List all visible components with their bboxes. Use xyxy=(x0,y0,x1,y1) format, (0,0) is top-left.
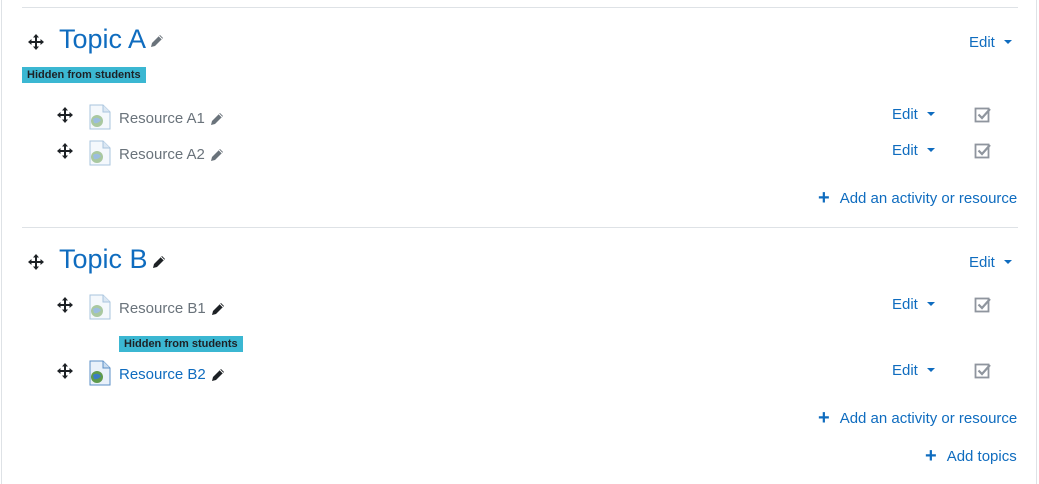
section-title[interactable]: Topic A xyxy=(59,26,146,53)
plus-icon: + xyxy=(925,445,937,467)
activity-name[interactable]: Resource B1 xyxy=(119,300,206,318)
caret-down-icon xyxy=(926,368,935,372)
file-icon xyxy=(89,294,111,320)
move-icon[interactable] xyxy=(27,33,45,51)
add-activity-link[interactable]: + Add an activity or resource xyxy=(818,407,1018,429)
activity-edit-menu[interactable]: Edit xyxy=(892,142,935,160)
add-activity-label: Add an activity or resource xyxy=(839,190,1018,207)
plus-icon: + xyxy=(818,187,830,209)
section-title[interactable]: Topic B xyxy=(59,246,148,273)
edit-label: Edit xyxy=(969,254,995,271)
section-edit-menu[interactable]: Edit xyxy=(969,34,1012,52)
activity-edit-menu[interactable]: Edit xyxy=(892,106,935,124)
caret-down-icon xyxy=(926,112,935,116)
caret-down-icon xyxy=(926,302,935,306)
section-edit-menu[interactable]: Edit xyxy=(969,254,1012,272)
file-icon xyxy=(89,360,111,386)
checkbox-icon[interactable] xyxy=(974,142,992,160)
checkbox-icon[interactable] xyxy=(974,362,992,380)
hidden-badge: Hidden from students xyxy=(22,67,146,83)
move-icon[interactable] xyxy=(56,142,74,160)
caret-down-icon xyxy=(1003,260,1012,264)
caret-down-icon xyxy=(926,148,935,152)
edit-label: Edit xyxy=(892,362,918,379)
caret-down-icon xyxy=(1003,40,1012,44)
add-topics-link[interactable]: + Add topics xyxy=(925,445,1017,467)
activity-name[interactable]: Resource A1 xyxy=(119,110,205,128)
pencil-icon[interactable] xyxy=(150,34,164,48)
activity-edit-menu[interactable]: Edit xyxy=(892,296,935,314)
checkbox-icon[interactable] xyxy=(974,296,992,314)
pencil-icon[interactable] xyxy=(152,255,166,269)
activity-edit-menu[interactable]: Edit xyxy=(892,362,935,380)
add-activity-label: Add an activity or resource xyxy=(839,410,1018,427)
activity-name[interactable]: Resource B2 xyxy=(119,366,206,384)
pencil-icon[interactable] xyxy=(211,368,225,382)
file-icon xyxy=(89,104,111,130)
hidden-badge: Hidden from students xyxy=(119,336,243,352)
edit-label: Edit xyxy=(892,142,918,159)
section-divider xyxy=(22,7,1018,8)
add-activity-link[interactable]: + Add an activity or resource xyxy=(818,187,1018,209)
section-divider xyxy=(22,227,1018,228)
move-icon[interactable] xyxy=(56,362,74,380)
checkbox-icon[interactable] xyxy=(974,106,992,124)
move-icon[interactable] xyxy=(56,106,74,124)
move-icon[interactable] xyxy=(56,296,74,314)
move-icon[interactable] xyxy=(27,253,45,271)
pencil-icon[interactable] xyxy=(210,148,224,162)
edit-label: Edit xyxy=(892,106,918,123)
activity-name[interactable]: Resource A2 xyxy=(119,146,205,164)
pencil-icon[interactable] xyxy=(211,302,225,316)
edit-label: Edit xyxy=(892,296,918,313)
add-topics-label: Add topics xyxy=(946,448,1017,465)
plus-icon: + xyxy=(818,407,830,429)
pencil-icon[interactable] xyxy=(210,112,224,126)
file-icon xyxy=(89,140,111,166)
edit-label: Edit xyxy=(969,34,995,51)
